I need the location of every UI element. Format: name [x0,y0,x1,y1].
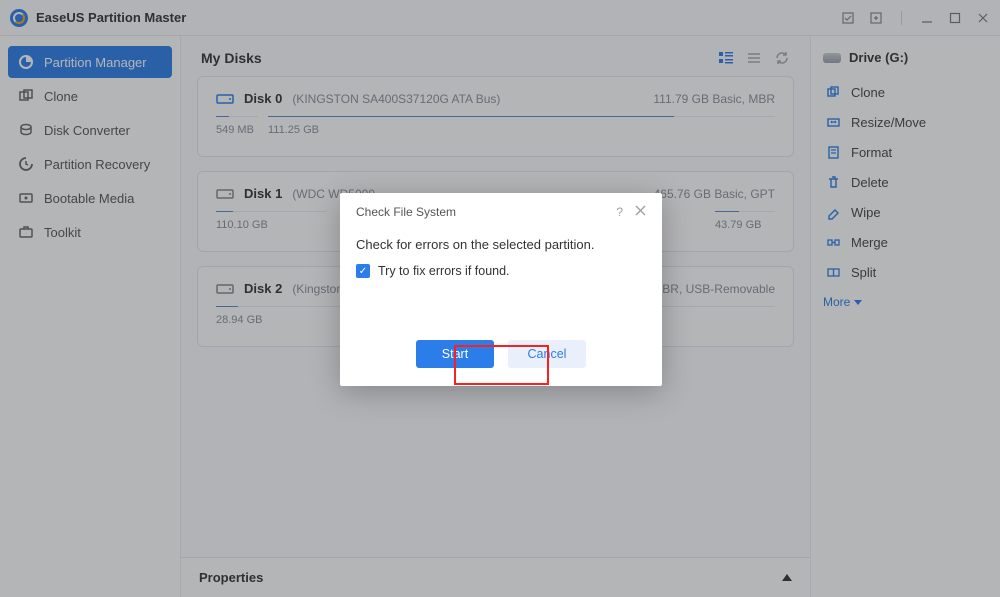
cancel-button[interactable]: Cancel [508,340,586,368]
fix-errors-checkbox[interactable]: ✓ [356,264,370,278]
start-button[interactable]: Start [416,340,494,368]
help-icon[interactable]: ? [616,205,623,219]
dialog-message: Check for errors on the selected partiti… [356,237,646,252]
checkbox-label: Try to fix errors if found. [378,264,510,278]
close-icon[interactable] [635,205,646,219]
dialog-title: Check File System [356,205,456,219]
check-filesystem-dialog: Check File System ? Check for errors on … [340,193,662,386]
